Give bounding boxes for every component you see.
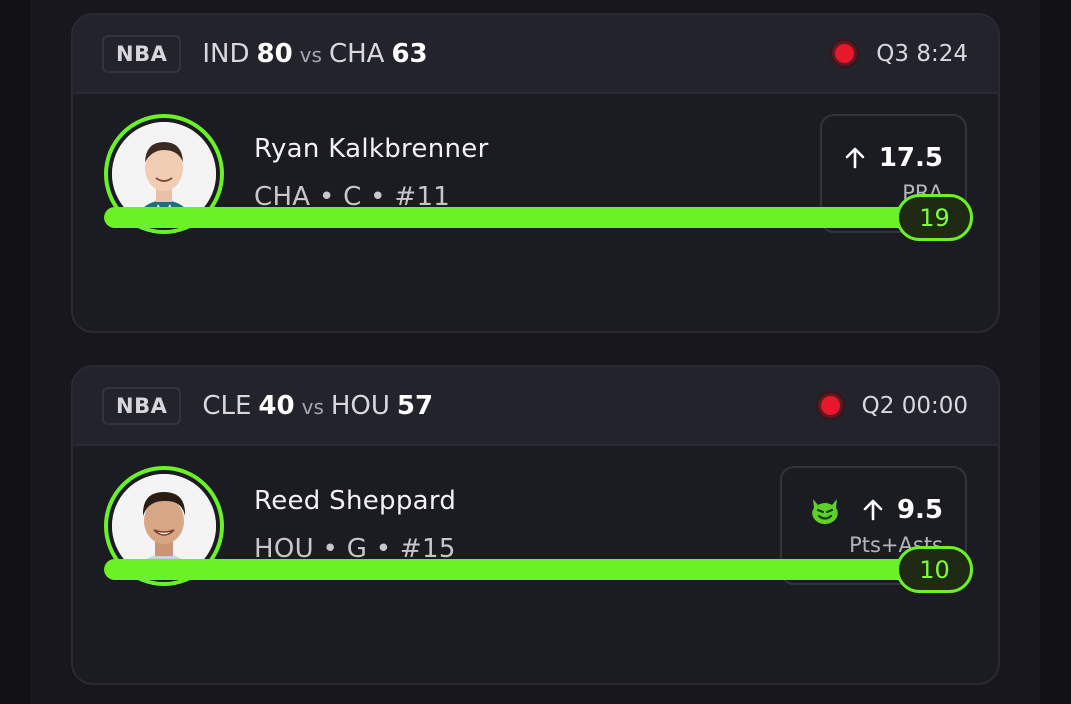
demon-icon [812, 498, 838, 524]
away-score: 80 [256, 38, 293, 69]
current-stat-value: 19 [896, 194, 973, 241]
home-score: 63 [391, 38, 428, 69]
stat-progress: 19 [104, 194, 973, 241]
player-name: Reed Sheppard [254, 486, 457, 516]
game-header: NBA IND 80 vs CHA 63 Q3 8:24 [73, 15, 998, 94]
player-name: Ryan Kalkbrenner [254, 134, 489, 164]
vs-label: vs [301, 394, 324, 419]
live-indicator-icon [817, 393, 843, 418]
game-status: Q3 8:24 [832, 41, 968, 67]
current-stat-value: 10 [896, 546, 973, 593]
progress-fill [104, 559, 934, 580]
game-status: Q2 00:00 [817, 392, 968, 419]
home-team: CHA [328, 38, 385, 69]
away-score: 40 [258, 390, 295, 421]
away-team: IND [202, 38, 250, 69]
matchup: CLE 40 vs HOU 57 [202, 391, 433, 421]
game-clock: Q3 8:24 [876, 40, 968, 67]
pick-line: 9.5 [809, 495, 943, 525]
home-team: HOU [330, 390, 390, 421]
pick-line: 17.5 [843, 143, 943, 173]
picks-screen: NBA IND 80 vs CHA 63 Q3 8:24 Ryan Kalkbr… [0, 0, 1071, 704]
line-value: 17.5 [878, 142, 943, 173]
live-indicator-icon [832, 41, 858, 66]
league-badge: NBA [102, 34, 182, 73]
arrow-up-icon [845, 147, 865, 168]
matchup: IND 80 vs CHA 63 [202, 39, 427, 69]
line-value: 9.5 [896, 494, 943, 525]
progress-track [104, 559, 934, 580]
game-header: NBA CLE 40 vs HOU 57 Q2 00:00 [73, 367, 998, 446]
vs-label: vs [299, 42, 322, 67]
home-score: 57 [396, 390, 434, 421]
league-badge: NBA [102, 386, 182, 425]
pick-card[interactable]: NBA CLE 40 vs HOU 57 Q2 00:00 Reed Shepp… [71, 365, 1000, 685]
stat-progress: 10 [104, 546, 973, 593]
progress-track [104, 207, 934, 228]
pick-card[interactable]: NBA IND 80 vs CHA 63 Q3 8:24 Ryan Kalkbr… [71, 13, 1000, 333]
away-team: CLE [202, 390, 252, 421]
arrow-up-icon [863, 499, 883, 520]
game-clock: Q2 00:00 [861, 392, 968, 419]
progress-fill [104, 207, 934, 228]
